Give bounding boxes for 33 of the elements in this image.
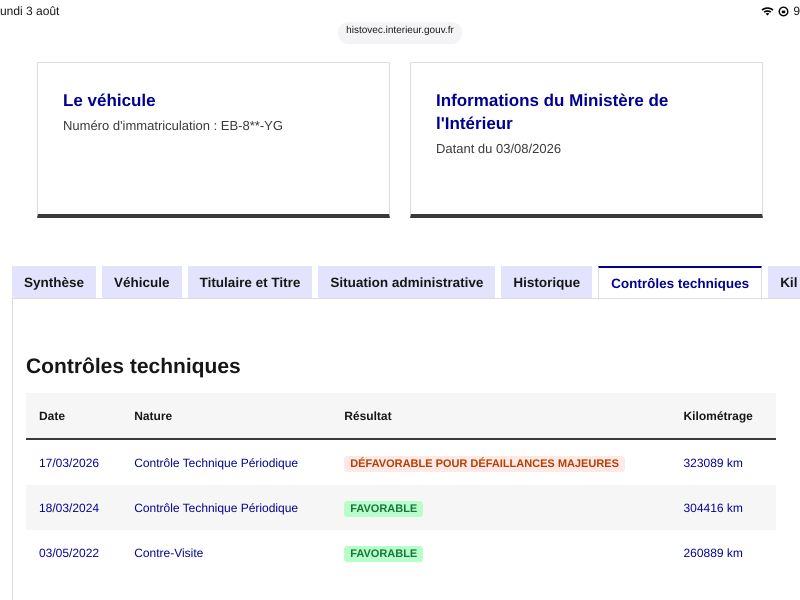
result-badge: DÉFAVORABLE POUR DÉFAILLANCES MAJEURES <box>344 456 625 472</box>
mileage-cell: 304416 km <box>670 485 776 530</box>
url-text[interactable]: histovec.interieur.gouv.fr <box>338 22 462 44</box>
battery-percent: 9 <box>793 4 800 18</box>
result-badge: FAVORABLE <box>344 546 424 562</box>
card-title: Le véhicule <box>63 90 157 112</box>
tab[interactable]: Situation administrative <box>318 266 496 298</box>
card-text: Datant du 03/08/2026 <box>436 141 562 156</box>
date-cell: 17/03/2026 <box>26 439 122 485</box>
mileage-cell: 323089 km <box>670 439 776 485</box>
card-title: Informations du Ministère de l'Intérieur <box>436 90 670 135</box>
result-badge: FAVORABLE <box>344 500 424 516</box>
date-cell: 18/03/2024 <box>26 485 122 530</box>
nature-cell: Contrôle Technique Périodique <box>121 439 332 485</box>
card-text: Numéro d'immatriculation : EB-8**-YG <box>63 118 284 133</box>
section-title: Contrôles techniques <box>26 355 242 379</box>
tab[interactable]: Titulaire et Titre <box>188 266 312 298</box>
date-cell: 03/05/2022 <box>26 530 122 575</box>
wifi-icon <box>761 6 774 16</box>
tab[interactable]: Contrôles techniques <box>598 266 762 298</box>
column-header: Kilométrage <box>670 393 776 439</box>
tab[interactable]: Véhicule <box>102 266 182 298</box>
status-date: undi 3 août <box>0 4 60 18</box>
column-header: Nature <box>121 393 332 439</box>
column-header: Résultat <box>331 393 670 439</box>
column-header: Date <box>26 393 122 439</box>
nature-cell: Contre-Visite <box>121 530 332 575</box>
tab[interactable]: Kil <box>768 266 800 298</box>
mileage-cell: 260889 km <box>670 530 776 575</box>
nature-cell: Contrôle Technique Périodique <box>121 485 332 530</box>
rotation-lock-icon <box>778 6 790 16</box>
tab[interactable]: Synthèse <box>12 266 96 298</box>
tab[interactable]: Historique <box>501 266 592 298</box>
